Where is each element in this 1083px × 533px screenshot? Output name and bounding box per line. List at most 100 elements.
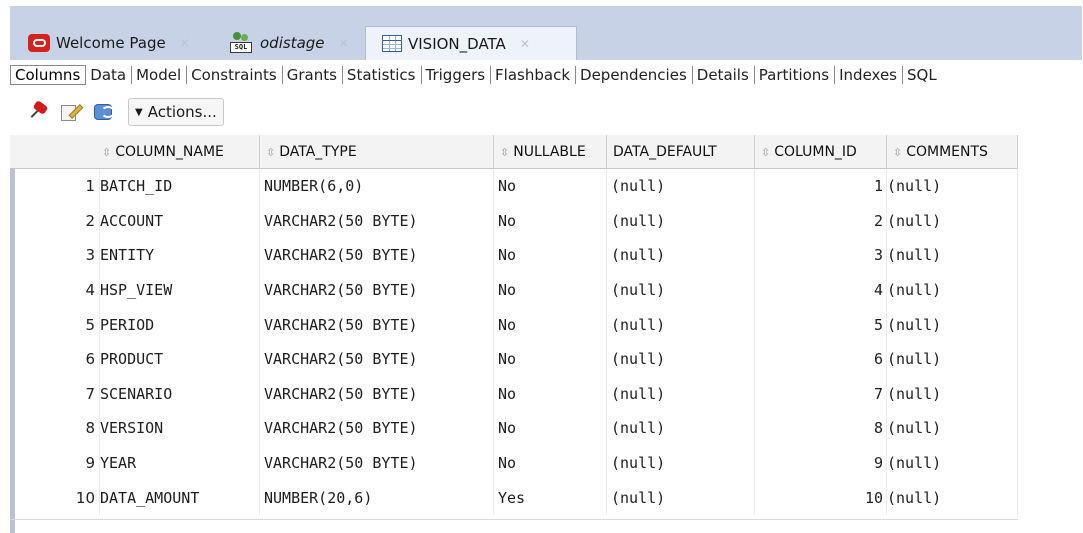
cell-data-type[interactable]: NUMBER(6,0): [260, 169, 494, 204]
actions-button[interactable]: ▼ Actions...: [128, 98, 224, 126]
table-row[interactable]: 3 ENTITY VARCHAR2(50 BYTE) No (null) 3 (…: [10, 238, 1018, 273]
cell-data-type[interactable]: VARCHAR2(50 BYTE): [260, 342, 494, 377]
cell-column-name[interactable]: ENTITY: [96, 238, 260, 273]
cell-column-name[interactable]: PRODUCT: [96, 342, 260, 377]
cell-nullable[interactable]: Yes: [494, 480, 607, 515]
cell-column-id[interactable]: 4: [755, 272, 887, 308]
header-column-id[interactable]: ⇳ COLUMN_ID: [755, 135, 887, 169]
header-data-type[interactable]: ⇳ DATA_TYPE: [260, 135, 494, 169]
cell-nullable[interactable]: No: [494, 445, 607, 481]
cell-nullable[interactable]: No: [494, 238, 607, 273]
cell-column-id[interactable]: 3: [755, 238, 887, 273]
cell-column-id[interactable]: 2: [755, 203, 887, 239]
subtab-grants[interactable]: Grants: [283, 66, 343, 84]
subtab-sql[interactable]: SQL: [903, 66, 942, 84]
cell-column-id[interactable]: 1: [755, 169, 887, 204]
row-number: 10: [18, 480, 100, 515]
cell-comments[interactable]: (null): [887, 203, 1018, 239]
table-row[interactable]: 6 PRODUCT VARCHAR2(50 BYTE) No (null) 6 …: [10, 342, 1018, 377]
cell-data-default[interactable]: (null): [607, 445, 755, 481]
cell-comments[interactable]: (null): [887, 445, 1018, 481]
cell-column-id[interactable]: 9: [755, 445, 887, 481]
subtab-dependencies[interactable]: Dependencies: [576, 66, 693, 84]
tab-welcome-page[interactable]: Welcome Page ✕: [28, 26, 190, 60]
cell-column-id[interactable]: 6: [755, 342, 887, 377]
cell-column-id[interactable]: 10: [755, 480, 887, 515]
cell-column-id[interactable]: 7: [755, 376, 887, 412]
table-row[interactable]: 7 SCENARIO VARCHAR2(50 BYTE) No (null) 7…: [10, 376, 1018, 412]
tab-odistage[interactable]: SQL odistage ✕: [230, 26, 349, 60]
cell-data-default[interactable]: (null): [607, 307, 755, 342]
cell-data-type[interactable]: VARCHAR2(50 BYTE): [260, 307, 494, 342]
refresh-button[interactable]: [92, 98, 120, 126]
cell-nullable[interactable]: No: [494, 376, 607, 412]
cell-data-type[interactable]: VARCHAR2(50 BYTE): [260, 376, 494, 412]
header-column-name[interactable]: ⇳ COLUMN_NAME: [96, 135, 260, 169]
cell-nullable[interactable]: No: [494, 411, 607, 446]
cell-comments[interactable]: (null): [887, 272, 1018, 308]
close-icon[interactable]: ✕: [520, 37, 530, 51]
subtab-details[interactable]: Details: [693, 66, 755, 84]
cell-data-default[interactable]: (null): [607, 411, 755, 446]
cell-data-type[interactable]: VARCHAR2(50 BYTE): [260, 238, 494, 273]
subtab-flashback[interactable]: Flashback: [491, 66, 577, 84]
cell-column-name[interactable]: YEAR: [96, 445, 260, 481]
cell-data-default[interactable]: (null): [607, 272, 755, 308]
cell-column-name[interactable]: HSP_VIEW: [96, 272, 260, 308]
cell-data-type[interactable]: VARCHAR2(50 BYTE): [260, 203, 494, 239]
cell-nullable[interactable]: No: [494, 307, 607, 342]
cell-column-name[interactable]: BATCH_ID: [96, 169, 260, 204]
table-row[interactable]: 1 BATCH_ID NUMBER(6,0) No (null) 1 (null…: [10, 169, 1018, 204]
subtab-partitions[interactable]: Partitions: [755, 66, 836, 84]
cell-column-id[interactable]: 8: [755, 411, 887, 446]
table-row[interactable]: 4 HSP_VIEW VARCHAR2(50 BYTE) No (null) 4…: [10, 272, 1018, 308]
table-row[interactable]: 10 DATA_AMOUNT NUMBER(20,6) Yes (null) 1…: [10, 480, 1018, 515]
cell-comments[interactable]: (null): [887, 376, 1018, 412]
cell-column-name[interactable]: ACCOUNT: [96, 203, 260, 239]
cell-comments[interactable]: (null): [887, 480, 1018, 515]
cell-column-id[interactable]: 5: [755, 307, 887, 342]
cell-comments[interactable]: (null): [887, 238, 1018, 273]
cell-nullable[interactable]: No: [494, 203, 607, 239]
tab-vision-data[interactable]: VISION_DATA ✕: [365, 26, 577, 60]
pin-button[interactable]: [24, 98, 52, 126]
edit-button[interactable]: [58, 98, 86, 126]
cell-data-type[interactable]: VARCHAR2(50 BYTE): [260, 411, 494, 446]
cell-data-default[interactable]: (null): [607, 376, 755, 412]
cell-data-default[interactable]: (null): [607, 203, 755, 239]
cell-nullable[interactable]: No: [494, 169, 607, 204]
cell-data-type[interactable]: VARCHAR2(50 BYTE): [260, 272, 494, 308]
cell-data-default[interactable]: (null): [607, 480, 755, 515]
subtab-columns[interactable]: Columns: [10, 65, 87, 85]
table-row[interactable]: 8 VERSION VARCHAR2(50 BYTE) No (null) 8 …: [10, 411, 1018, 446]
cell-column-name[interactable]: DATA_AMOUNT: [96, 480, 260, 515]
cell-column-name[interactable]: VERSION: [96, 411, 260, 446]
cell-column-name[interactable]: PERIOD: [96, 307, 260, 342]
close-icon[interactable]: ✕: [180, 36, 190, 50]
table-row[interactable]: 2 ACCOUNT VARCHAR2(50 BYTE) No (null) 2 …: [10, 203, 1018, 239]
subtab-indexes[interactable]: Indexes: [835, 66, 904, 84]
cell-data-default[interactable]: (null): [607, 342, 755, 377]
subtab-data[interactable]: Data: [86, 66, 133, 84]
header-data-default[interactable]: DATA_DEFAULT: [607, 135, 755, 169]
cell-nullable[interactable]: No: [494, 272, 607, 308]
cell-nullable[interactable]: No: [494, 342, 607, 377]
cell-comments[interactable]: (null): [887, 411, 1018, 446]
subtab-model[interactable]: Model: [132, 66, 188, 84]
cell-data-default[interactable]: (null): [607, 169, 755, 204]
cell-column-name[interactable]: SCENARIO: [96, 376, 260, 412]
subtab-statistics[interactable]: Statistics: [343, 66, 422, 84]
table-row[interactable]: 5 PERIOD VARCHAR2(50 BYTE) No (null) 5 (…: [10, 307, 1018, 342]
subtab-triggers[interactable]: Triggers: [422, 66, 492, 84]
header-comments[interactable]: ⇳ COMMENTS: [887, 135, 1018, 169]
cell-comments[interactable]: (null): [887, 169, 1018, 204]
header-nullable[interactable]: ⇳ NULLABLE: [494, 135, 607, 169]
cell-comments[interactable]: (null): [887, 307, 1018, 342]
table-row[interactable]: 9 YEAR VARCHAR2(50 BYTE) No (null) 9 (nu…: [10, 445, 1018, 481]
cell-data-type[interactable]: NUMBER(20,6): [260, 480, 494, 515]
cell-comments[interactable]: (null): [887, 342, 1018, 377]
cell-data-default[interactable]: (null): [607, 238, 755, 273]
close-icon[interactable]: ✕: [339, 36, 349, 50]
cell-data-type[interactable]: VARCHAR2(50 BYTE): [260, 445, 494, 481]
subtab-constraints[interactable]: Constraints: [187, 66, 283, 84]
